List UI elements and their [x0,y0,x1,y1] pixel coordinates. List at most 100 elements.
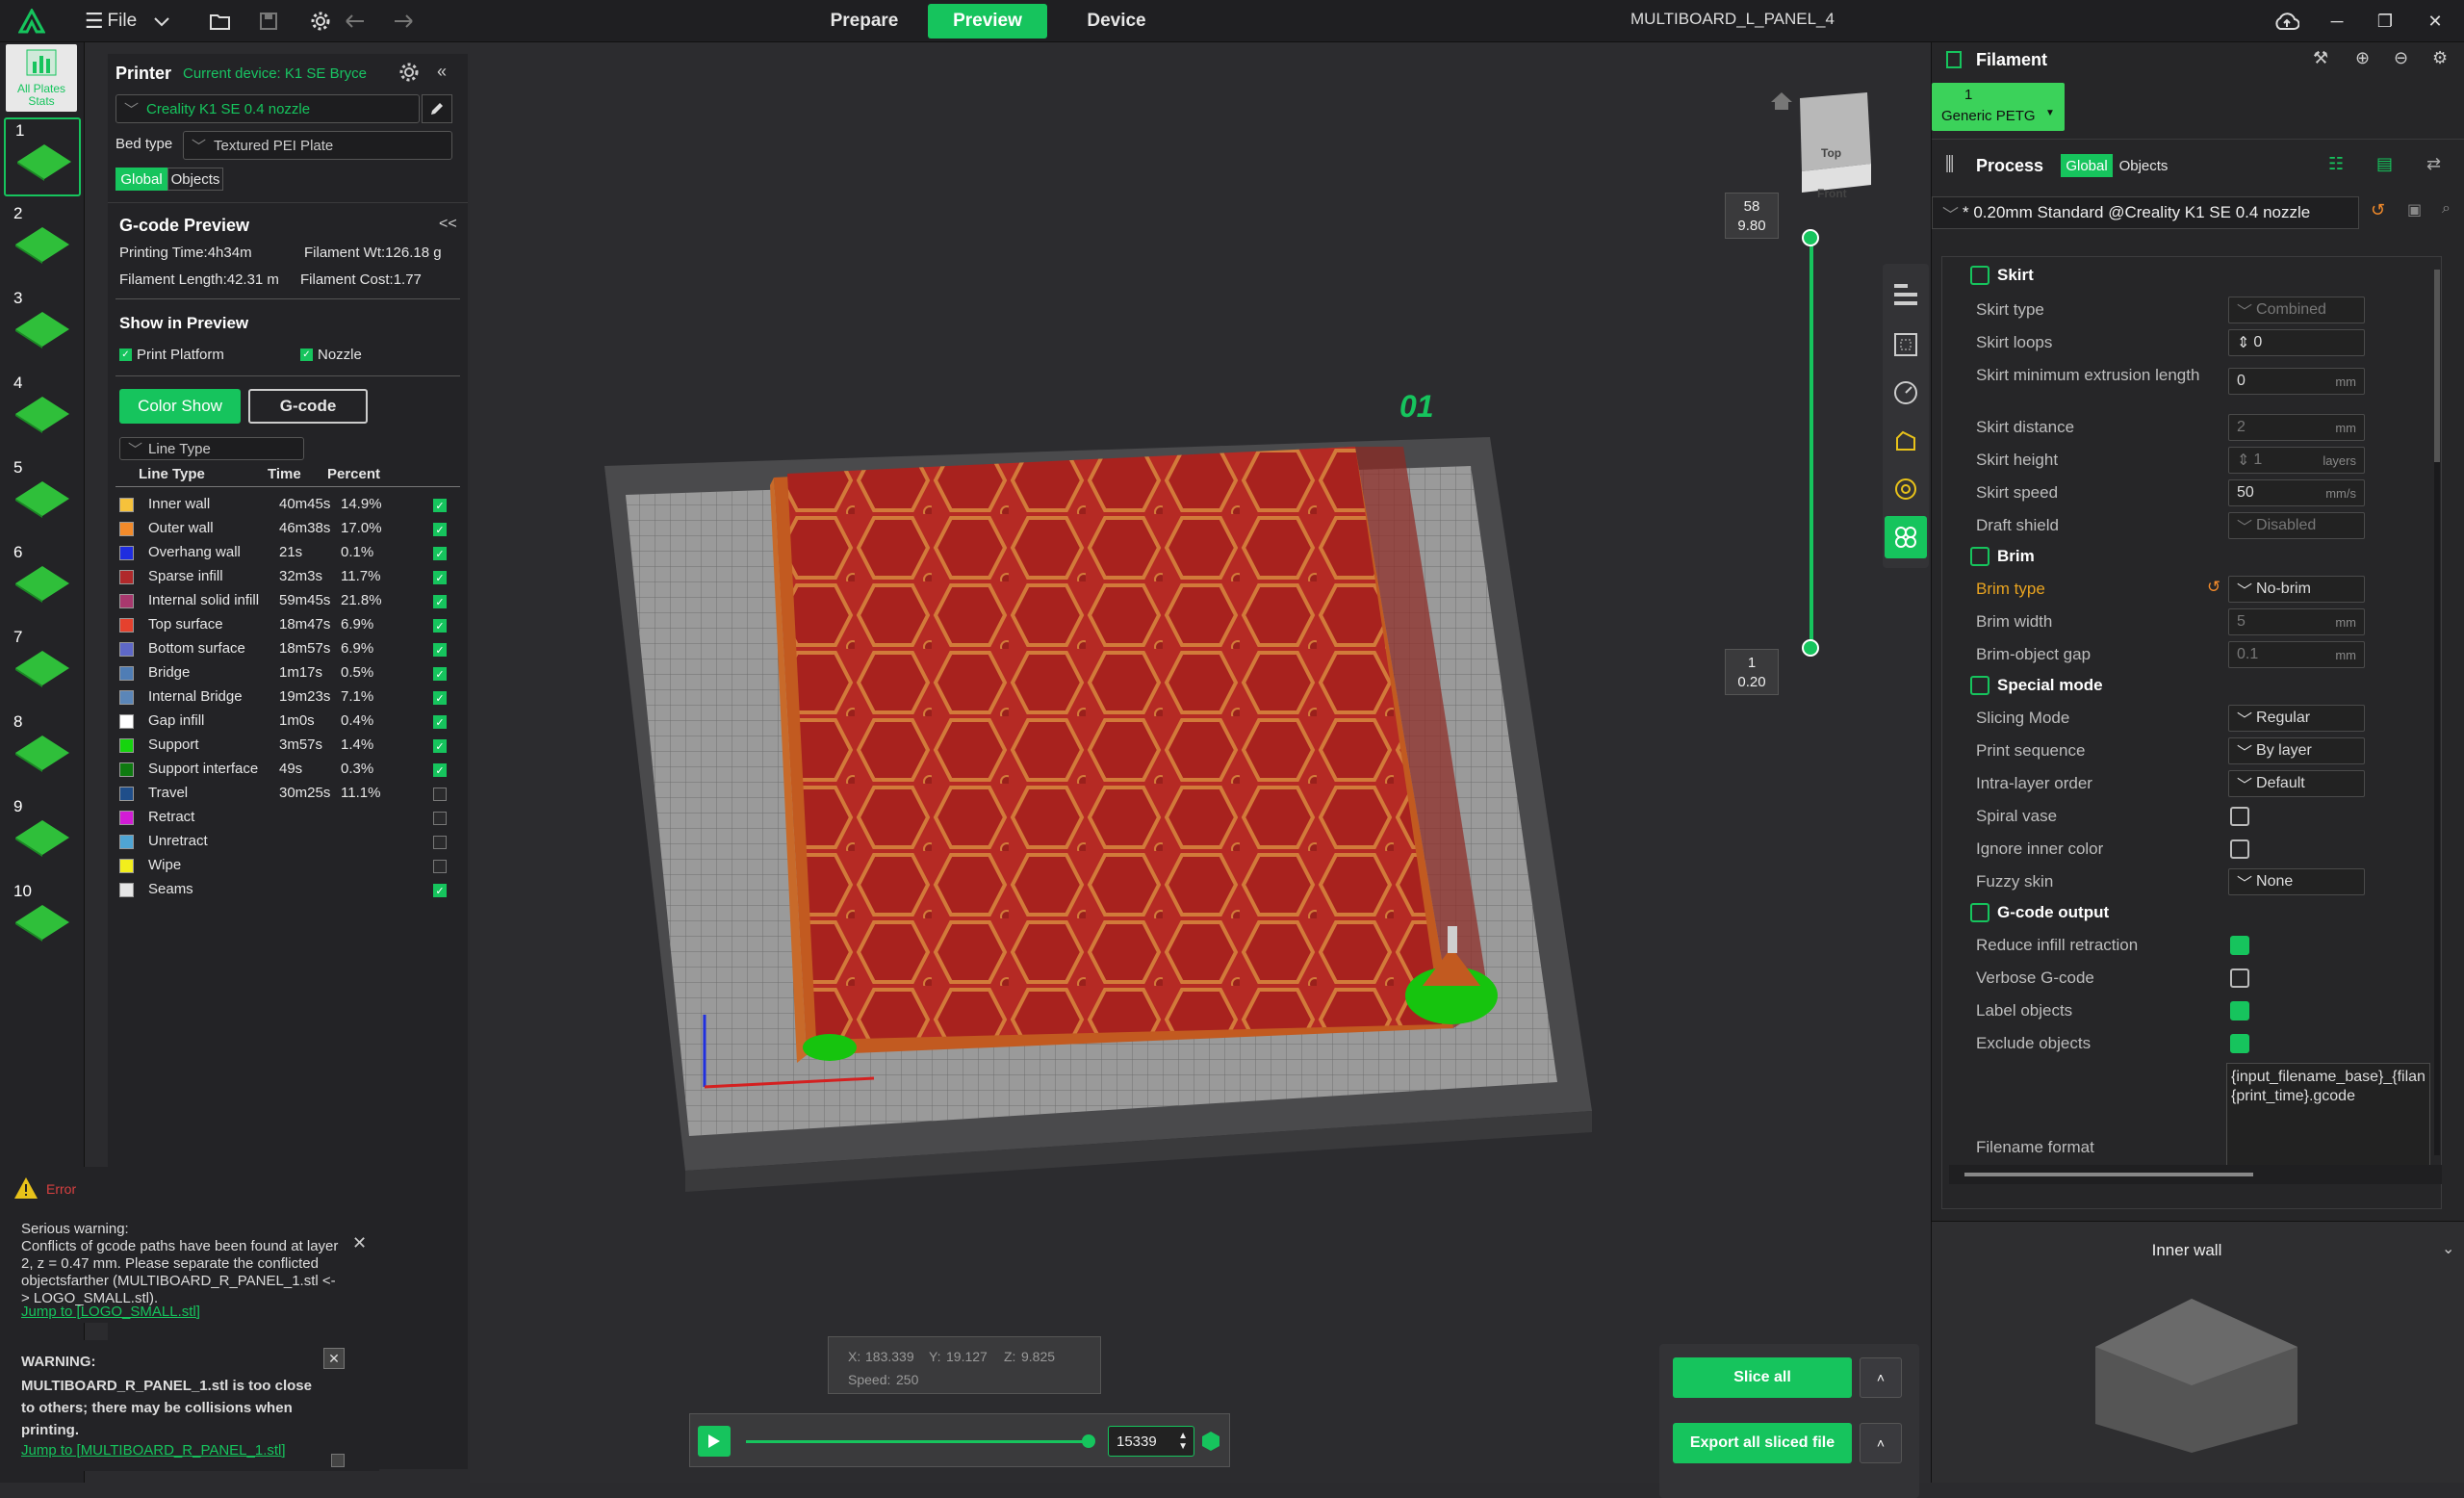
reset-icon[interactable]: ↺ [2207,578,2220,597]
layers-icon[interactable] [1885,273,1927,316]
redo-icon[interactable] [389,6,418,37]
move-slider-track[interactable] [746,1440,1089,1443]
scrollbar-thumb[interactable] [2434,270,2440,462]
line-type-visible-checkbox[interactable] [433,860,447,873]
plate-item-3[interactable]: 3 [4,287,81,366]
vertical-scrollbar[interactable] [2434,270,2440,1155]
plate-item-10[interactable]: 10 [4,880,81,959]
all-plates-stats-button[interactable]: All Plates Stats [6,44,77,112]
plate-item-8[interactable]: 8 [4,710,81,789]
line-type-visible-checkbox[interactable]: ✓ [433,884,447,897]
target-icon[interactable] [1885,468,1927,510]
reduce-retraction-checkbox[interactable] [2230,936,2249,955]
print-sequence-select[interactable]: ﹀ By layer [2228,737,2365,764]
plate-item-7[interactable]: 7 [4,626,81,705]
slice-options-caret-icon[interactable]: ˄ [1860,1357,1902,1398]
move-slider-handle[interactable] [1082,1434,1095,1448]
view-type-select[interactable]: ﹀ Line Type [119,437,304,460]
restore-icon[interactable]: ❐ [2366,8,2404,35]
filament-slot-1[interactable]: 1 Generic PETG ▼ [1932,83,2065,131]
printer-seg-objects[interactable]: Objects [167,168,223,191]
support-paint-icon[interactable] [1885,323,1927,366]
compare-icon[interactable]: ▤ [2376,154,2393,174]
line-type-visible-checkbox[interactable] [433,812,447,825]
search-icon[interactable]: ⌕ [2442,200,2451,218]
fuzzy-skin-select[interactable]: ﹀ None [2228,868,2365,895]
line-type-visible-checkbox[interactable]: ✓ [433,499,447,512]
ignore-inner-checkbox[interactable] [2230,839,2249,859]
line-type-visible-checkbox[interactable]: ✓ [433,547,447,560]
nozzle-checkbox[interactable]: ✓ [300,349,313,361]
undo-icon[interactable] [341,6,370,37]
slice-all-button[interactable]: Slice all [1673,1357,1852,1398]
brim-width-input[interactable]: 5 mm [2228,608,2365,635]
skirt-type-select[interactable]: ﹀ Combined [2228,297,2365,323]
plate-item-4[interactable]: 4 [4,372,81,451]
jump-to-panel-link[interactable]: Jump to [MULTIBOARD_R_PANEL_1.stl] [21,1442,286,1459]
3d-viewport[interactable]: 01 Top Front 58 9.80 1 0.20 X: 183.339 Y… [470,42,1931,1498]
spiral-vase-checkbox[interactable] [2230,807,2249,826]
filename-format-input[interactable]: {input_filename_base}_{filan {print_time… [2226,1063,2430,1169]
view-cube[interactable]: Top Front [1792,89,1877,200]
app-logo-icon[interactable] [17,6,46,37]
printer-settings-gear-icon[interactable] [398,62,420,83]
line-type-visible-checkbox[interactable]: ✓ [433,715,447,729]
speed-gauge-icon[interactable] [1885,372,1927,414]
layer-slider-top-handle[interactable] [1802,229,1819,246]
line-type-visible-checkbox[interactable]: ✓ [433,595,447,608]
scrollbar-thumb[interactable] [1964,1173,2253,1176]
remove-filament-icon[interactable]: ⊖ [2394,48,2408,68]
close-icon[interactable]: ✕ [352,1234,367,1252]
plate-item-2[interactable]: 2 [4,202,81,281]
skirt-speed-input[interactable]: 50 mm/s [2228,479,2365,506]
tab-preview[interactable]: Preview [928,4,1047,39]
export-options-caret-icon[interactable]: ˄ [1860,1423,1902,1463]
skirt-height-spin[interactable]: ⇕ 1 layers [2228,447,2365,474]
hand-icon[interactable] [1885,420,1927,462]
verbose-gcode-checkbox[interactable] [2230,969,2249,988]
exclude-objects-checkbox[interactable] [2230,1034,2249,1053]
cloud-upload-icon[interactable] [2268,8,2306,35]
process-seg-global[interactable]: Global [2061,154,2113,177]
export-all-button[interactable]: Export all sliced file [1673,1423,1852,1463]
line-type-visible-checkbox[interactable]: ✓ [433,667,447,681]
save-preset-icon[interactable]: ▣ [2407,200,2422,220]
intra-layer-select[interactable]: ﹀ Default [2228,770,2365,797]
print-platform-checkbox[interactable]: ✓ [119,349,132,361]
plate-item-1[interactable]: 1 [4,117,81,196]
label-objects-checkbox[interactable] [2230,1001,2249,1020]
collapse-icon[interactable]: ⌄ [2442,1239,2454,1258]
file-menu[interactable]: ☰ File [81,6,141,37]
draft-shield-select[interactable]: ﹀ Disabled [2228,512,2365,539]
settings-gear-icon[interactable] [304,6,337,37]
line-type-visible-checkbox[interactable]: ✓ [433,739,447,753]
gcode-view-button[interactable]: G-code [248,389,368,424]
collapse-sidebar-icon[interactable]: « [437,62,447,82]
color-paint-icon[interactable] [1885,516,1927,558]
printer-seg-global[interactable]: Global [116,168,167,191]
color-show-button[interactable]: Color Show [119,389,241,424]
advanced-toggle-icon[interactable]: ☷ [2328,154,2344,174]
line-type-visible-checkbox[interactable]: ✓ [433,643,447,657]
chevron-down-icon[interactable] [148,6,175,37]
play-icon[interactable] [698,1426,731,1457]
slicing-mode-select[interactable]: ﹀ Regular [2228,705,2365,732]
layer-slider-track[interactable] [1810,237,1813,647]
add-filament-icon[interactable]: ⊕ [2355,48,2370,68]
printer-preset-select[interactable]: ﹀ Creality K1 SE 0.4 nozzle [116,94,420,123]
jump-to-logo-link[interactable]: Jump to [LOGO_SMALL.stl] [21,1304,200,1321]
minimize-icon[interactable] [331,1454,345,1467]
close-icon[interactable]: ✕ [323,1348,345,1369]
tab-prepare[interactable]: Prepare [816,4,912,39]
layer-slider-bottom-handle[interactable] [1802,639,1819,657]
move-step-input[interactable]: 15339 ▲ ▼ [1108,1426,1194,1457]
skirt-min-ext-input[interactable]: 0 mm [2228,368,2365,395]
swap-icon[interactable]: ⇄ [2426,154,2441,174]
line-type-visible-checkbox[interactable] [433,836,447,849]
filament-settings-icon[interactable]: ⚒ [2313,48,2328,68]
skirt-loops-spin[interactable]: ⇕ 0 [2228,329,2365,356]
process-seg-objects[interactable]: Objects [2115,154,2172,177]
minimize-icon[interactable]: ─ [2318,8,2356,35]
plate-item-5[interactable]: 5 [4,456,81,535]
home-icon[interactable] [1769,90,1794,116]
